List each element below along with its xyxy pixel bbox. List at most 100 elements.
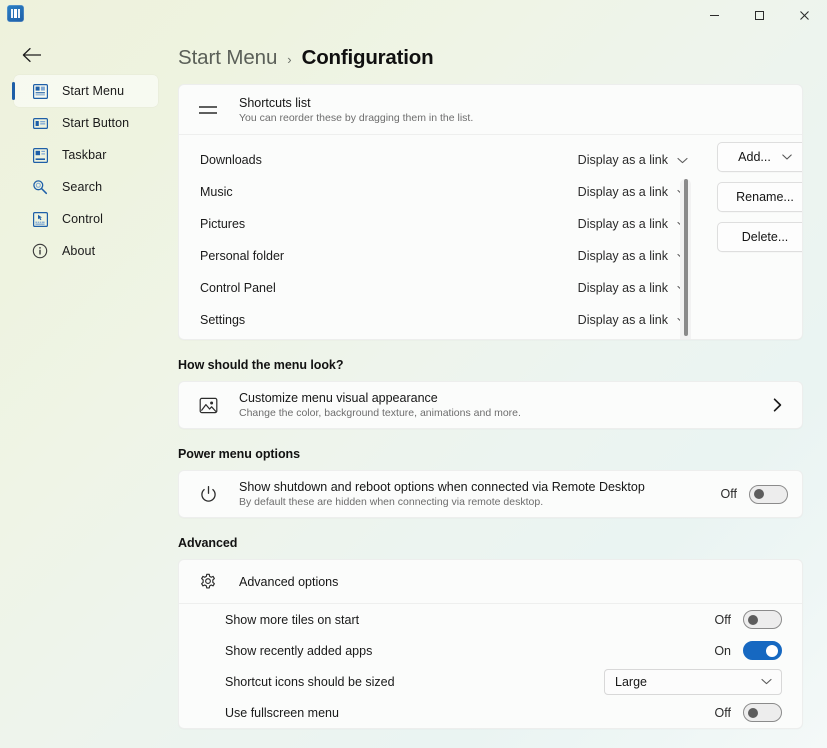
sidebar-item-label: Start Menu	[62, 84, 124, 98]
sidebar-item-label: Control	[62, 212, 103, 226]
status-badge: Off	[717, 487, 737, 501]
shortcut-display-mode-value: Display as a link	[578, 217, 668, 231]
shortcut-display-mode-value: Display as a link	[578, 249, 668, 263]
image-icon	[195, 396, 221, 415]
sidebar-item-start-menu[interactable]: Start Menu	[14, 75, 158, 107]
scrollbar-thumb[interactable]	[684, 179, 688, 336]
sidebar-item-taskbar[interactable]: Taskbar	[14, 139, 158, 171]
shortcuts-list-scrollbar[interactable]	[680, 179, 691, 340]
customize-appearance-row[interactable]: Customize menu visual appearance Change …	[178, 381, 803, 429]
shortcuts-rows: Downloads Display as a link Music Displa…	[179, 135, 802, 340]
sidebar-item-label: About	[62, 244, 95, 258]
shortcut-display-mode-value: Display as a link	[578, 281, 668, 295]
shortcut-display-mode-value: Display as a link	[578, 185, 668, 199]
remote-desktop-power-row: Show shutdown and reboot options when co…	[178, 470, 803, 518]
back-arrow-icon	[22, 47, 43, 63]
delete-button[interactable]: Delete...	[717, 222, 803, 252]
shortcut-name: Music	[200, 185, 578, 199]
toggle-knob	[754, 489, 764, 499]
shortcuts-list-card: Shortcuts list You can reorder these by …	[178, 84, 803, 340]
back-button[interactable]	[15, 40, 49, 70]
customize-appearance-title: Customize menu visual appearance	[239, 391, 773, 405]
show-more-tiles-toggle[interactable]	[743, 610, 782, 629]
section-heading-menu-look: How should the menu look?	[178, 358, 827, 372]
shortcut-display-mode-dropdown[interactable]: Display as a link	[578, 185, 688, 199]
breadcrumb: Start Menu › Configuration	[178, 41, 433, 75]
customize-appearance-subtitle: Change the color, background texture, an…	[239, 407, 773, 419]
shortcut-display-mode-dropdown[interactable]: Display as a link	[578, 281, 688, 295]
advanced-row-label: Use fullscreen menu	[225, 706, 711, 720]
status-badge: On	[711, 644, 731, 658]
status-badge: Off	[711, 613, 731, 627]
sidebar-item-search[interactable]: Search	[14, 171, 158, 203]
start-button-icon	[31, 114, 49, 132]
shortcut-name: Pictures	[200, 217, 578, 231]
search-icon	[31, 178, 49, 196]
advanced-row-recently-added-apps: Show recently added apps On	[179, 635, 802, 666]
shortcut-name: Downloads	[200, 153, 578, 167]
shortcuts-list-subtitle: You can reorder these by dragging them i…	[239, 112, 473, 124]
breadcrumb-parent[interactable]: Start Menu	[178, 46, 277, 70]
remote-desktop-power-subtitle: By default these are hidden when connect…	[239, 496, 717, 508]
sidebar-item-control[interactable]: Control	[14, 203, 158, 235]
info-icon	[31, 242, 49, 260]
delete-button-label: Delete...	[742, 230, 789, 244]
advanced-row-fullscreen-menu: Use fullscreen menu Off	[179, 697, 802, 728]
table-row[interactable]: Downloads Display as a link	[179, 144, 802, 176]
shortcut-display-mode-value: Display as a link	[578, 153, 668, 167]
advanced-row-control: Off	[711, 610, 782, 629]
chevron-down-icon	[677, 157, 688, 164]
table-row[interactable]: Settings Display as a link	[179, 304, 802, 336]
remote-desktop-power-title: Show shutdown and reboot options when co…	[239, 480, 717, 494]
advanced-row-show-more-tiles: Show more tiles on start Off	[179, 604, 802, 635]
shortcut-icon-size-select[interactable]: Large	[604, 669, 782, 695]
close-button[interactable]	[782, 0, 827, 30]
rename-button-label: Rename...	[736, 190, 794, 204]
show-recently-added-apps-toggle[interactable]	[743, 641, 782, 660]
advanced-row-label: Shortcut icons should be sized	[225, 675, 604, 689]
table-row[interactable]: Pictures Display as a link	[179, 208, 802, 240]
toggle-knob	[748, 708, 758, 718]
sidebar-item-about[interactable]: About	[14, 235, 158, 267]
sidebar-item-label: Search	[62, 180, 102, 194]
table-row[interactable]: Control Panel Display as a link	[179, 272, 802, 304]
shortcuts-action-buttons: Add... Rename... Delete...	[717, 142, 803, 252]
use-fullscreen-menu-toggle[interactable]	[743, 703, 782, 722]
sidebar: Start Menu Start Button	[0, 75, 178, 748]
shortcut-name: Personal folder	[200, 249, 578, 263]
remote-desktop-power-control: Off	[717, 485, 788, 504]
advanced-row-control: Off	[711, 703, 782, 722]
remote-desktop-power-toggle[interactable]	[749, 485, 788, 504]
shortcut-display-mode-dropdown[interactable]: Display as a link	[578, 249, 688, 263]
table-row[interactable]: Music Display as a link	[179, 176, 802, 208]
toggle-knob	[748, 615, 758, 625]
advanced-row-shortcut-icon-size: Shortcut icons should be sized Large	[179, 666, 802, 697]
advanced-options-card: Advanced options Show more tiles on star…	[178, 559, 803, 729]
shortcut-display-mode-dropdown[interactable]: Display as a link	[578, 153, 688, 167]
table-row[interactable]: Personal folder Display as a link	[179, 240, 802, 272]
chevron-right-icon	[773, 398, 782, 412]
start-menu-icon	[31, 82, 49, 100]
breadcrumb-separator-icon: ›	[287, 52, 291, 67]
rename-button[interactable]: Rename...	[717, 182, 803, 212]
shortcut-display-mode-dropdown[interactable]: Display as a link	[578, 217, 688, 231]
section-heading-power-menu: Power menu options	[178, 447, 827, 461]
taskbar-icon	[31, 146, 49, 164]
chevron-down-icon	[782, 154, 792, 160]
minimize-button[interactable]	[692, 0, 737, 30]
settings-content: Shortcuts list You can reorder these by …	[178, 84, 827, 748]
status-badge: Off	[711, 706, 731, 720]
reorder-lines-icon	[195, 102, 221, 118]
sidebar-nav-list: Start Menu Start Button	[0, 75, 178, 267]
toggle-knob	[766, 645, 778, 657]
maximize-button[interactable]	[737, 0, 782, 30]
shortcuts-list-header: Shortcuts list You can reorder these by …	[179, 85, 802, 135]
add-button[interactable]: Add...	[717, 142, 803, 172]
add-button-label: Add...	[738, 150, 771, 164]
advanced-row-label: Show more tiles on start	[225, 613, 711, 627]
shortcut-display-mode-dropdown[interactable]: Display as a link	[578, 313, 688, 327]
sidebar-item-start-button[interactable]: Start Button	[14, 107, 158, 139]
shortcut-display-mode-value: Display as a link	[578, 313, 668, 327]
advanced-options-title: Advanced options	[239, 575, 338, 589]
shortcut-icon-size-value: Large	[615, 675, 647, 689]
